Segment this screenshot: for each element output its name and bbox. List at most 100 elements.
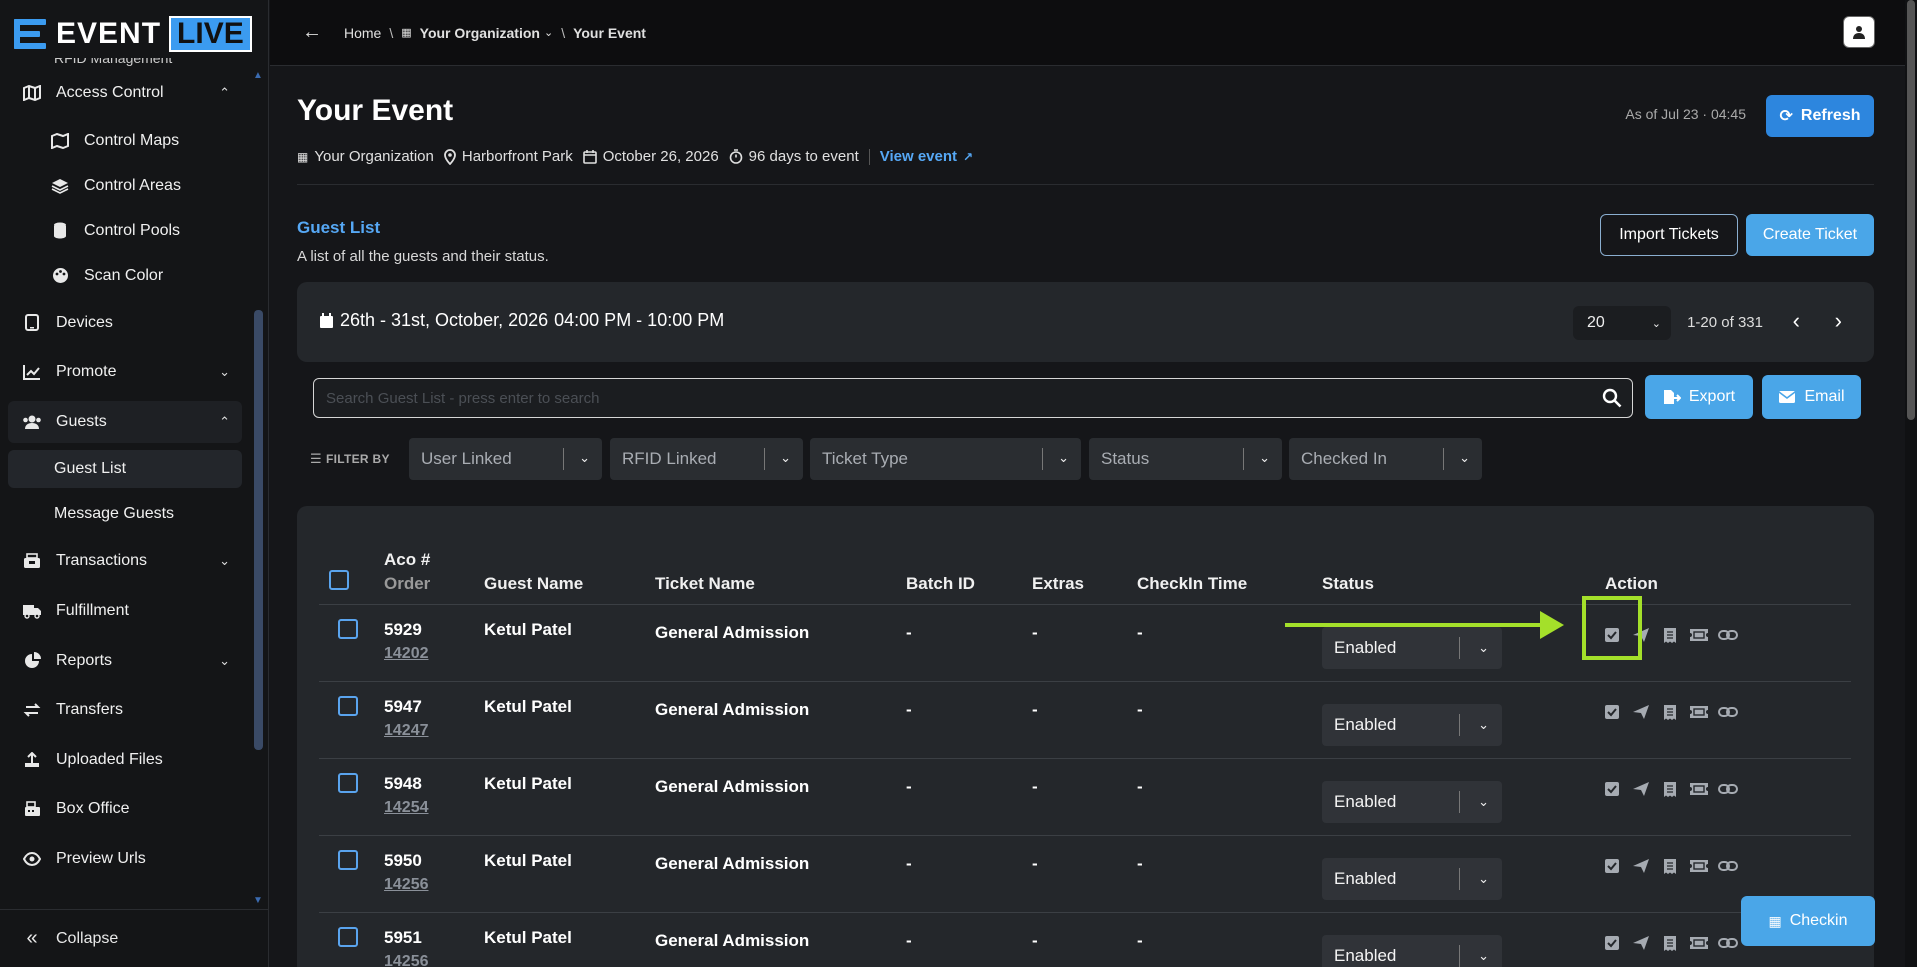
status-select[interactable]: Enabled ⌄ [1322, 858, 1502, 900]
order-link[interactable]: 14256 [384, 876, 429, 894]
pagination-range: 1-20 of 331 [1687, 314, 1763, 331]
guest-name: Ketul Patel [484, 620, 572, 639]
sidebar-item-uploaded-files[interactable]: Uploaded Files [8, 739, 242, 781]
per-page-select[interactable]: 20 ⌄ [1573, 306, 1671, 340]
sidebar-scroll-thumb[interactable] [254, 310, 263, 750]
link-icon[interactable] [1718, 856, 1738, 876]
ticket-icon[interactable] [1689, 856, 1709, 876]
page-scroll-thumb[interactable] [1907, 0, 1915, 420]
column-guest-name: Guest Name [484, 574, 584, 593]
sidebar-item-reports[interactable]: Reports ⌄ [8, 640, 242, 682]
collapse-button[interactable]: « Collapse [0, 909, 269, 967]
filter-user-linked[interactable]: User Linked ⌄ [409, 438, 602, 480]
receipt-icon[interactable] [1660, 933, 1680, 953]
refresh-button[interactable]: ⟳ Refresh [1766, 95, 1874, 137]
select-all-checkbox[interactable] [329, 570, 349, 590]
sidebar-item-message-guests[interactable]: Message Guests [8, 495, 242, 533]
sidebar-item-guests[interactable]: Guests ⌃ [8, 400, 242, 443]
ticket-icon[interactable] [1689, 779, 1709, 799]
sidebar-item-rfid-management[interactable]: RFID Management [8, 58, 242, 68]
sidebar-item-scan-color[interactable]: Scan Color [8, 257, 242, 295]
create-ticket-button[interactable]: Create Ticket [1746, 214, 1874, 256]
scroll-down-icon[interactable]: ▼ [253, 895, 263, 906]
receipt-icon[interactable] [1660, 779, 1680, 799]
sidebar-item-label: Transfers [56, 701, 123, 719]
filter-status[interactable]: Status ⌄ [1089, 438, 1282, 480]
breadcrumb-home[interactable]: Home [344, 25, 381, 41]
sidebar-item-transfers[interactable]: Transfers [8, 689, 242, 731]
sidebar-item-guest-list[interactable]: Guest List [8, 450, 242, 489]
page-scrollbar[interactable] [1905, 0, 1917, 967]
email-button[interactable]: Email [1762, 375, 1861, 419]
row-checkbox[interactable] [338, 619, 358, 639]
search-icon[interactable] [1602, 388, 1622, 408]
guest-name: Ketul Patel [484, 774, 572, 793]
sidebar-item-devices[interactable]: Devices [8, 302, 242, 344]
search-field[interactable] [313, 378, 1633, 418]
next-page-icon[interactable]: › [1835, 308, 1842, 334]
column-action: Action [1605, 574, 1658, 593]
sidebar-item-promote[interactable]: Promote ⌄ [8, 351, 242, 393]
status-select[interactable]: Enabled ⌄ [1322, 781, 1502, 823]
order-link[interactable]: 14254 [384, 799, 429, 817]
link-icon[interactable] [1718, 625, 1738, 645]
check-square-icon[interactable] [1602, 933, 1622, 953]
logo-text: EVENT [56, 17, 162, 50]
receipt-icon[interactable] [1660, 625, 1680, 645]
sidebar-item-transactions[interactable]: Transactions ⌄ [8, 540, 242, 582]
sidebar-scrollbar[interactable]: ▲ ▼ [252, 70, 264, 906]
sidebar-item-box-office[interactable]: Box Office [8, 788, 242, 830]
scroll-up-icon[interactable]: ▲ [253, 70, 263, 81]
filter-checked-in[interactable]: Checked In ⌄ [1289, 438, 1482, 480]
row-checkbox[interactable] [338, 773, 358, 793]
row-checkbox[interactable] [338, 927, 358, 947]
prev-page-icon[interactable]: ‹ [1793, 308, 1800, 334]
receipt-icon[interactable] [1660, 702, 1680, 722]
send-icon[interactable] [1631, 933, 1651, 953]
meta-date: October 26, 2026 [582, 148, 719, 165]
page-title: Your Event [297, 94, 454, 127]
link-icon[interactable] [1718, 933, 1738, 953]
order-link[interactable]: 14256 [384, 953, 429, 967]
chevron-down-icon[interactable]: ⌄ [544, 26, 553, 39]
checkin-button[interactable]: ▦ Checkin [1741, 896, 1875, 946]
status-select[interactable]: Enabled ⌄ [1322, 627, 1502, 669]
link-icon[interactable] [1718, 702, 1738, 722]
check-square-icon[interactable] [1602, 702, 1622, 722]
ticket-icon[interactable] [1689, 625, 1709, 645]
send-icon[interactable] [1631, 856, 1651, 876]
breadcrumb-organization[interactable]: Your Organization [420, 25, 540, 41]
check-square-icon[interactable] [1602, 856, 1622, 876]
column-status: Status [1322, 574, 1374, 593]
user-menu-button[interactable] [1843, 16, 1875, 48]
row-checkbox[interactable] [338, 850, 358, 870]
import-tickets-button[interactable]: Import Tickets [1600, 214, 1738, 256]
sidebar-item-control-maps[interactable]: Control Maps [8, 122, 242, 160]
order-link[interactable]: 14247 [384, 722, 429, 740]
logo[interactable]: EVENT LIVE [14, 14, 252, 54]
order-link[interactable]: 14202 [384, 645, 429, 663]
sidebar-item-fulfillment[interactable]: Fulfillment [8, 590, 242, 632]
sidebar-item-preview-urls[interactable]: Preview Urls [8, 838, 242, 880]
view-event-link[interactable]: View event ↗ [880, 148, 973, 165]
ticket-icon[interactable] [1689, 933, 1709, 953]
ticket-icon[interactable] [1689, 702, 1709, 722]
logo-live: LIVE [169, 16, 252, 52]
send-icon[interactable] [1631, 702, 1651, 722]
receipt-icon[interactable] [1660, 856, 1680, 876]
status-select[interactable]: Enabled ⌄ [1322, 935, 1502, 967]
filter-rfid-linked[interactable]: RFID Linked ⌄ [610, 438, 803, 480]
sidebar-item-control-pools[interactable]: Control Pools [8, 212, 242, 250]
check-square-icon[interactable] [1602, 779, 1622, 799]
back-arrow-icon[interactable]: ← [302, 21, 322, 44]
filter-ticket-type[interactable]: Ticket Type ⌄ [810, 438, 1081, 480]
status-select[interactable]: Enabled ⌄ [1322, 704, 1502, 746]
search-input[interactable] [314, 379, 1632, 417]
link-icon[interactable] [1718, 779, 1738, 799]
sidebar-item-access-control[interactable]: Access Control ⌃ [8, 72, 242, 114]
meta-venue: Harborfront Park [443, 148, 573, 165]
row-checkbox[interactable] [338, 696, 358, 716]
sidebar-item-control-areas[interactable]: Control Areas [8, 167, 242, 205]
send-icon[interactable] [1631, 779, 1651, 799]
export-button[interactable]: Export [1645, 375, 1753, 419]
